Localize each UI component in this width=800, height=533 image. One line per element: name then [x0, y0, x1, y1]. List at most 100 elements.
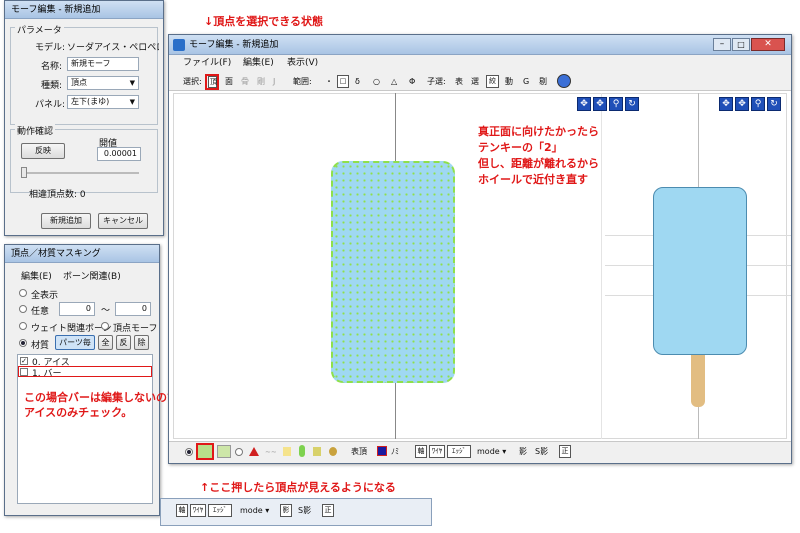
front-view-button[interactable]: 正	[559, 445, 571, 458]
lower-sshadow-button[interactable]: S影	[298, 505, 311, 517]
model-label: モデル:	[35, 43, 66, 53]
relative-count: 相違頂点数: 0	[29, 190, 86, 200]
lower-edge-button[interactable]: ｴｯｼﾞ	[208, 504, 232, 517]
minimize-button[interactable]: –	[713, 38, 731, 51]
globe-icon[interactable]	[557, 74, 571, 88]
morph-panel-select[interactable]: 左下(まゆ) ▼	[67, 95, 139, 109]
note-top: ↓頂点を選択できる状態	[204, 15, 323, 28]
triangle-icon[interactable]	[249, 447, 259, 456]
any-to-input[interactable]: 0	[115, 302, 151, 316]
material-item-bar[interactable]: 1. バー	[32, 366, 61, 379]
zoom-icon[interactable]: ⚲	[609, 97, 623, 111]
material-checkbox-ice[interactable]: ✓	[20, 357, 28, 365]
select-joint-button[interactable]: J	[273, 76, 275, 88]
range-label: 範囲:	[293, 77, 312, 86]
cancel-button[interactable]: キャンセル	[98, 213, 148, 229]
vertex-morph-label: 頂点モーフ	[113, 324, 158, 334]
mask-menu-bone[interactable]: ボーン関連(B)	[63, 269, 121, 282]
rigid-display-icon[interactable]	[299, 445, 305, 457]
move-icon[interactable]: ✥	[735, 97, 749, 111]
show-all-radio[interactable]	[19, 289, 27, 297]
menu-edit[interactable]: 編集(E)	[243, 57, 274, 69]
show-face-button[interactable]	[217, 445, 231, 458]
range-delta-button[interactable]: δ	[355, 76, 360, 88]
select-bone-button[interactable]: 骨	[241, 76, 249, 88]
lower-wire-button[interactable]: ﾜｲﾔ	[190, 504, 206, 517]
lower-mode-select[interactable]: mode ▾	[240, 505, 269, 517]
wire-button[interactable]: ﾜｲﾔ	[429, 445, 445, 458]
child-remove-button[interactable]: 剔	[539, 76, 547, 88]
morph-type-select[interactable]: 頂点 ▼	[67, 76, 139, 90]
parts-button[interactable]: パーツ毎	[55, 335, 95, 350]
lower-front-button[interactable]: 正	[322, 504, 334, 517]
only-label[interactable]: ﾉﾐ	[391, 446, 399, 458]
menu-file[interactable]: ファイル(F)	[183, 57, 231, 69]
child-narrow-button[interactable]: 絞	[486, 75, 499, 88]
any-from-input[interactable]: 0	[59, 302, 95, 316]
range-rect-button[interactable]: □	[337, 75, 349, 88]
add-morph-button[interactable]: 新規追加	[41, 213, 91, 229]
note-right-line2: テンキーの「2」	[478, 141, 563, 154]
select-face-button[interactable]: 面	[225, 76, 233, 88]
move-icon[interactable]: ✥	[593, 97, 607, 111]
self-shadow-button[interactable]: S影	[535, 446, 548, 458]
mask-panel-body: 編集(E) ボーン関連(B) 全表示 任意 0 〜 0 ウェイト関連ボーン 頂点…	[5, 263, 159, 515]
close-button[interactable]: ✕	[751, 38, 785, 51]
rotate-icon[interactable]: ↻	[767, 97, 781, 111]
pan-icon[interactable]: ✥	[577, 97, 591, 111]
mode-select[interactable]: mode ▾	[477, 446, 506, 458]
mask-all-button[interactable]: 全	[98, 335, 113, 350]
show-vertex-highlighted-button[interactable]	[196, 443, 214, 460]
show-vertex-label[interactable]: 表頂	[351, 446, 367, 458]
reflect-button[interactable]: 反映	[21, 143, 65, 159]
name-label: 名称:	[41, 62, 63, 72]
maximize-button[interactable]: □	[732, 38, 750, 51]
joint-display-icon[interactable]	[313, 447, 321, 456]
any-radio[interactable]	[19, 305, 27, 313]
select-vertex-button[interactable]: 頂	[208, 76, 217, 88]
child-select-button[interactable]: 選	[471, 76, 479, 88]
bone-display-icon[interactable]	[283, 447, 291, 456]
child-surface-button[interactable]: 表	[455, 76, 463, 88]
axis-button[interactable]: 軸	[415, 445, 427, 458]
range-circle-button[interactable]: ○	[373, 76, 380, 88]
display-mode-radio-1[interactable]	[185, 448, 193, 456]
material-checkbox-bar[interactable]	[20, 368, 28, 376]
display-mode-radio-2[interactable]	[235, 448, 243, 456]
ratio-slider-track[interactable]	[21, 172, 139, 174]
mask-panel-title: 頂点／材質マスキング	[5, 245, 159, 263]
zoom-icon[interactable]: ⚲	[751, 97, 765, 111]
material-radio[interactable]	[19, 339, 27, 347]
panel-label: パネル:	[35, 100, 66, 110]
range-phi-button[interactable]: Φ	[409, 76, 415, 88]
ice-model-perspective[interactable]	[653, 187, 747, 355]
mask-remove-button[interactable]: 除	[134, 335, 149, 350]
edge-button[interactable]: ｴｯｼﾞ	[447, 445, 471, 458]
ratio-input[interactable]: 0.00001	[97, 147, 141, 161]
shadow-button[interactable]: 影	[519, 446, 527, 458]
mask-menu-edit[interactable]: 編集(E)	[21, 269, 52, 282]
vertex-morph-radio[interactable]	[101, 322, 109, 330]
any-label: 任意	[31, 307, 50, 317]
child-move-button[interactable]: 動	[505, 76, 513, 88]
range-point-button[interactable]: ・	[325, 76, 333, 88]
softbody-display-icon[interactable]	[329, 447, 337, 456]
ratio-slider-handle[interactable]	[21, 167, 27, 178]
ice-model-front[interactable]	[331, 161, 455, 383]
menu-view[interactable]: 表示(V)	[287, 57, 318, 69]
type-label: 種類:	[41, 81, 63, 91]
note-left-line2: アイスのみチェック。	[24, 406, 133, 419]
rotate-icon[interactable]: ↻	[625, 97, 639, 111]
color-swatch-icon[interactable]	[377, 446, 387, 456]
check-group-label: 動作確認	[15, 124, 56, 137]
morph-name-input[interactable]: 新規モーフ	[67, 57, 139, 71]
lower-shadow-button[interactable]: 影	[280, 504, 292, 517]
wave-icon[interactable]: ∼∼	[265, 448, 277, 456]
range-triangle-button[interactable]: △	[391, 76, 397, 88]
lower-axis-button[interactable]: 軸	[176, 504, 188, 517]
mask-invert-button[interactable]: 反	[116, 335, 131, 350]
select-rigid-button[interactable]: 剛	[257, 76, 265, 88]
pan-icon[interactable]: ✥	[719, 97, 733, 111]
child-group-button[interactable]: G	[523, 76, 529, 88]
weight-bone-radio[interactable]	[19, 322, 27, 330]
